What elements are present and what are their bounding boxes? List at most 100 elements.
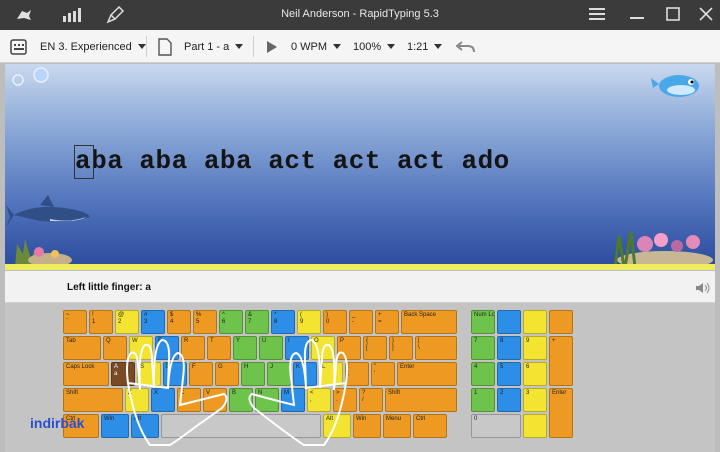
key-row1-11: { [ (363, 336, 387, 360)
key-row3-2: X (151, 388, 175, 412)
key-row3-9: > . (333, 388, 357, 412)
finger-hint: Left little finger: a (67, 282, 151, 293)
title-bar: Neil Anderson - RapidTyping 5.3 (0, 0, 720, 30)
key-row2-2: S (137, 362, 161, 386)
speaker-icon[interactable] (695, 281, 711, 295)
window-title: Neil Anderson - RapidTyping 5.3 (281, 8, 439, 20)
key-row2-3: D (163, 362, 187, 386)
key-row2-10: : ; (345, 362, 369, 386)
key-row1-12: } ] (389, 336, 413, 360)
key-np-dot (523, 414, 547, 438)
keyboard: ~ `! 1 @ 2 # 3 $ 4% 5 ^ 6 & 7 * 8( 9) 0 _ - + = B… (5, 303, 715, 452)
key-row0-7: & 7 (245, 310, 269, 334)
key-row3-4: V (203, 388, 227, 412)
key-row2-12: Enter (397, 362, 457, 386)
course-icon (10, 30, 28, 63)
key-row1-6: Y (233, 336, 257, 360)
wpm-dropdown[interactable]: 0 WPM (291, 30, 342, 63)
lesson-text: aba aba aba act act act ado (75, 146, 510, 176)
key-row4-1: Win (101, 414, 129, 438)
key-row1-10: P (337, 336, 361, 360)
key-np-0: 0 (471, 414, 521, 438)
key-np-9: 9 (523, 336, 547, 360)
play-icon[interactable] (266, 30, 278, 63)
finger-hint-bar: Left little finger: a (5, 271, 715, 303)
key-row3-11: Shift (385, 388, 457, 412)
key-numlock: Num Lock (471, 310, 495, 334)
chevron-down-icon (137, 44, 146, 49)
coral-left-icon (15, 239, 72, 267)
key-row2-0: Caps Lock (63, 362, 109, 386)
key-row0-9: ( 9 (297, 310, 321, 334)
key-space (161, 414, 321, 438)
key-row3-10: ? / (359, 388, 383, 412)
lesson-dropdown[interactable]: Part 1 - a (184, 30, 244, 63)
key-np-slash (497, 310, 521, 334)
chevron-down-icon (333, 44, 342, 49)
key-np-8: 8 (497, 336, 521, 360)
key-np-star (523, 310, 547, 334)
key-row1-3: E (155, 336, 179, 360)
chevron-down-icon (434, 44, 443, 49)
key-row0-13: Back Space (401, 310, 457, 334)
lesson-label: Part 1 - a (184, 40, 230, 53)
chevron-down-icon (235, 44, 244, 49)
key-row1-1: Q (103, 336, 127, 360)
key-row1-5: T (207, 336, 231, 360)
menu-icon[interactable] (584, 2, 610, 26)
key-row1-0: Tab (63, 336, 101, 360)
key-np-3: 3 (523, 388, 547, 412)
key-row3-0: Shift (63, 388, 123, 412)
key-row1-13: | \ (415, 336, 457, 360)
minimize-icon[interactable] (624, 2, 650, 26)
course-dropdown[interactable]: EN 3. Experienced (40, 30, 146, 63)
maximize-icon[interactable] (660, 2, 686, 26)
key-row4-7: Ctrl (413, 414, 447, 438)
key-row1-9: O (311, 336, 335, 360)
key-row1-7: U (259, 336, 283, 360)
key-row3-5: B (229, 388, 253, 412)
progress-line (5, 264, 715, 270)
whale-icon (651, 75, 699, 97)
key-row0-11: _ - (349, 310, 373, 334)
key-np-1: 1 (471, 388, 495, 412)
key-row1-4: R (181, 336, 205, 360)
time-label: 1:21 (407, 40, 429, 53)
key-row4-2: Alt (131, 414, 159, 438)
bubble-icon (12, 74, 24, 86)
key-np-plus: + (549, 336, 573, 386)
key-np-2: 2 (497, 388, 521, 412)
key-row2-4: F (189, 362, 213, 386)
key-row2-11: " ' (371, 362, 395, 386)
key-row2-5: G (215, 362, 239, 386)
key-np-enter: Enter (549, 388, 573, 438)
key-row0-1: ! 1 (89, 310, 113, 334)
key-np-6: 6 (523, 362, 547, 386)
accuracy-dropdown[interactable]: 100% (353, 30, 396, 63)
key-row2-1: A a (111, 362, 135, 386)
key-np-4: 4 (471, 362, 495, 386)
key-row4-5: Win (353, 414, 381, 438)
lesson-area: aba aba aba act act act ado (5, 64, 715, 267)
key-row2-7: J (267, 362, 291, 386)
key-row3-6: N (255, 388, 279, 412)
key-np-minus (549, 310, 573, 334)
key-row4-6: Menu (383, 414, 411, 438)
time-dropdown[interactable]: 1:21 (407, 30, 443, 63)
undo-icon[interactable] (456, 30, 476, 63)
key-row3-1: Z (125, 388, 149, 412)
course-label: EN 3. Experienced (40, 40, 132, 53)
key-row0-10: ) 0 (323, 310, 347, 334)
key-np-5: 5 (497, 362, 521, 386)
key-np-7: 7 (471, 336, 495, 360)
key-row2-8: K (293, 362, 317, 386)
chevron-down-icon (387, 44, 396, 49)
key-row4-4: Alt (323, 414, 351, 438)
bubble-icon (33, 67, 49, 83)
key-row3-8: < , (307, 388, 331, 412)
key-row0-12: + = (375, 310, 399, 334)
close-icon[interactable] (693, 2, 719, 26)
key-row0-0: ~ ` (63, 310, 87, 334)
key-row0-2: @ 2 (115, 310, 139, 334)
wpm-label: 0 WPM (291, 40, 328, 53)
